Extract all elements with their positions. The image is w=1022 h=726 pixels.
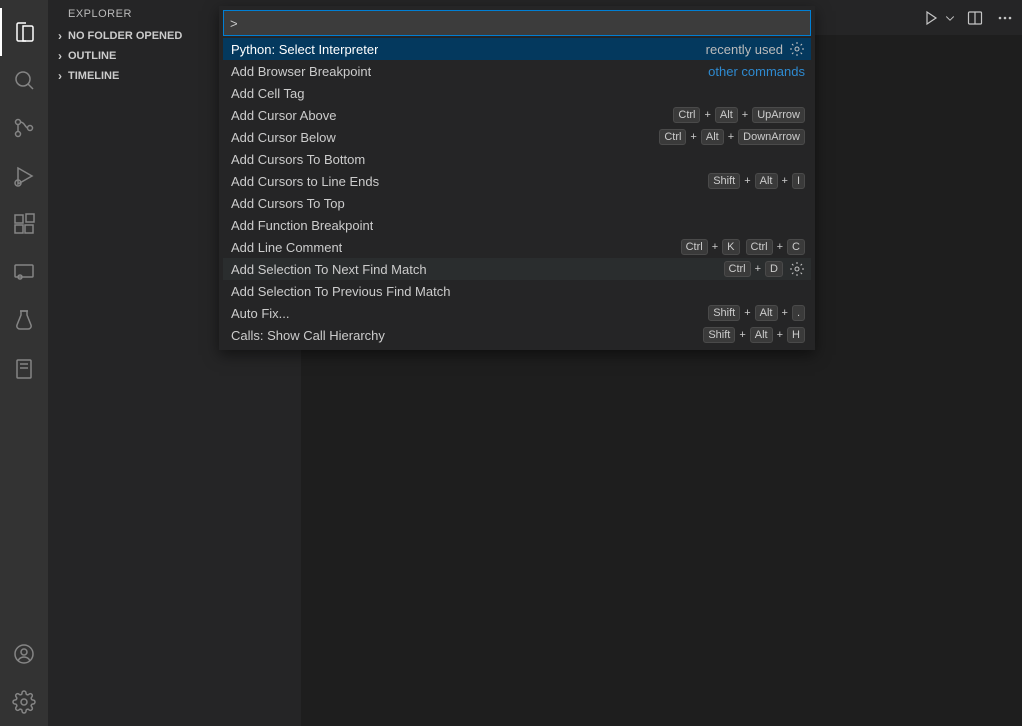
search-icon[interactable]: [0, 56, 48, 104]
command-label: Add Cursor Below: [231, 130, 336, 145]
key: Ctrl: [724, 261, 751, 277]
sidebar-section-label: TIMELINE: [68, 70, 119, 82]
command-label: Add Selection To Previous Find Match: [231, 284, 450, 299]
key: Shift: [708, 305, 740, 321]
command-palette-item[interactable]: Add Cursors To Top: [223, 192, 811, 214]
source-control-icon[interactable]: [0, 104, 48, 152]
command-palette-input[interactable]: [230, 16, 804, 31]
command-palette-item[interactable]: Python: Select Interpreter recently used: [223, 38, 811, 60]
key: DownArrow: [738, 129, 805, 145]
command-palette-item[interactable]: Add Line Comment Ctrl+K Ctrl+C: [223, 236, 811, 258]
split-editor-icon[interactable]: [964, 7, 986, 29]
timeline-icon[interactable]: [0, 344, 48, 392]
command-palette-item[interactable]: Add Cell Tag: [223, 82, 811, 104]
command-palette: Python: Select Interpreter recently used A…: [219, 6, 815, 350]
explorer-icon[interactable]: [0, 8, 48, 56]
keybinding: Shift+Alt+H: [703, 327, 805, 343]
key: D: [765, 261, 783, 277]
command-palette-item[interactable]: Add Cursors to Line Ends Shift+Alt+I: [223, 170, 811, 192]
key: I: [792, 173, 805, 189]
command-label: Add Cell Tag: [231, 86, 304, 101]
command-palette-list: Python: Select Interpreter recently used A…: [223, 38, 811, 346]
key: Alt: [755, 173, 778, 189]
key: H: [787, 327, 805, 343]
command-label: Add Selection To Next Find Match: [231, 262, 427, 277]
keybinding: Shift+Alt+I: [708, 173, 805, 189]
run-icon[interactable]: [920, 7, 942, 29]
key: Ctrl: [681, 239, 708, 255]
chevron-right-icon: ›: [52, 69, 68, 83]
keybinding: Ctrl+Alt+DownArrow: [659, 129, 805, 145]
command-label: Auto Fix...: [231, 306, 290, 321]
gear-icon[interactable]: [789, 261, 805, 277]
key: Shift: [708, 173, 740, 189]
sidebar-section-label: NO FOLDER OPENED: [68, 30, 182, 42]
command-label: Add Cursors To Bottom: [231, 152, 365, 167]
command-meta: recently used: [706, 42, 783, 57]
key: C: [787, 239, 805, 255]
command-label: Calls: Show Call Hierarchy: [231, 328, 385, 343]
command-label: Add Browser Breakpoint: [231, 64, 371, 79]
command-palette-item[interactable]: Add Function Breakpoint: [223, 214, 811, 236]
key: .: [792, 305, 805, 321]
command-palette-item[interactable]: Calls: Show Call Hierarchy Shift+Alt+H: [223, 324, 811, 346]
keybinding: Ctrl+K: [681, 239, 740, 255]
key: UpArrow: [752, 107, 805, 123]
command-palette-item[interactable]: Add Browser Breakpoint other commands: [223, 60, 811, 82]
command-palette-searchbox[interactable]: [223, 10, 811, 36]
chevron-right-icon: ›: [52, 29, 68, 43]
keybinding: Shift+Alt+.: [708, 305, 805, 321]
command-palette-item[interactable]: Add Cursor Above Ctrl+Alt+UpArrow: [223, 104, 811, 126]
command-palette-item[interactable]: Add Cursor Below Ctrl+Alt+DownArrow: [223, 126, 811, 148]
sidebar-section-label: OUTLINE: [68, 50, 116, 62]
command-palette-item[interactable]: Add Selection To Next Find Match Ctrl+D: [223, 258, 811, 280]
testing-icon[interactable]: [0, 296, 48, 344]
accounts-icon[interactable]: [0, 630, 48, 678]
key: Alt: [715, 107, 738, 123]
chevron-down-icon[interactable]: [944, 7, 956, 29]
command-label: Add Function Breakpoint: [231, 218, 373, 233]
key: Ctrl: [659, 129, 686, 145]
command-label: Add Cursor Above: [231, 108, 337, 123]
key: Ctrl: [746, 239, 773, 255]
key: Alt: [750, 327, 773, 343]
command-label: Add Cursors to Line Ends: [231, 174, 379, 189]
keybinding: Ctrl+D: [724, 261, 784, 277]
remote-icon[interactable]: [0, 248, 48, 296]
chevron-right-icon: ›: [52, 49, 68, 63]
command-palette-item[interactable]: Add Selection To Previous Find Match: [223, 280, 811, 302]
command-meta: other commands: [708, 64, 805, 79]
key: Shift: [703, 327, 735, 343]
key: Alt: [755, 305, 778, 321]
key: Alt: [701, 129, 724, 145]
run-debug-icon[interactable]: [0, 152, 48, 200]
key: Ctrl: [673, 107, 700, 123]
extensions-icon[interactable]: [0, 200, 48, 248]
command-label: Python: Select Interpreter: [231, 42, 378, 57]
command-label: Add Line Comment: [231, 240, 342, 255]
command-palette-item[interactable]: Add Cursors To Bottom: [223, 148, 811, 170]
activity-bar: [0, 0, 48, 726]
settings-gear-icon[interactable]: [0, 678, 48, 726]
gear-icon[interactable]: [789, 41, 805, 57]
more-icon[interactable]: [994, 7, 1016, 29]
keybinding: Ctrl+Alt+UpArrow: [673, 107, 805, 123]
command-label: Add Cursors To Top: [231, 196, 345, 211]
key: K: [722, 239, 739, 255]
keybinding: Ctrl+C: [746, 239, 806, 255]
command-palette-item[interactable]: Auto Fix... Shift+Alt+.: [223, 302, 811, 324]
